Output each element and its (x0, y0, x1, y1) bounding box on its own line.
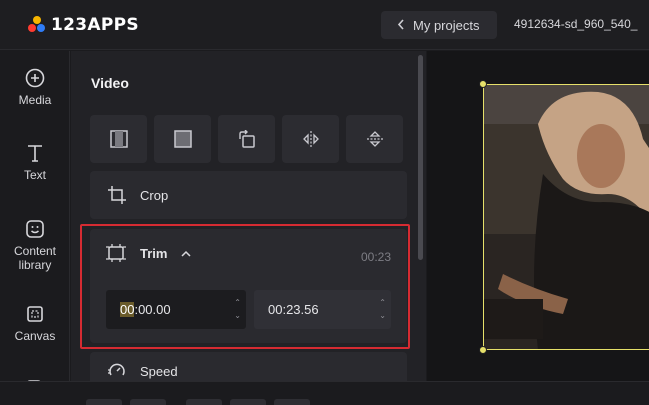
trim-highlight-outline (80, 224, 410, 349)
resize-handle[interactable] (479, 80, 487, 88)
text-icon (28, 145, 42, 162)
speed-label: Speed (140, 363, 178, 379)
project-filename[interactable]: 4912634-sd_960_540_ (514, 17, 637, 31)
speed-icon (108, 363, 125, 376)
logo-dots-icon (28, 16, 46, 34)
crop-square-button[interactable] (154, 115, 211, 163)
timeline-toolbar (0, 381, 649, 405)
crop-square-icon (173, 130, 192, 148)
sidebar-item-label: Text (23, 168, 46, 182)
sidebar-item-label: Content library (13, 244, 57, 272)
flip-frame-icon (109, 130, 128, 148)
flip-horizontal-button[interactable] (282, 115, 339, 163)
video-tool-row (90, 115, 403, 163)
flip-frame-button[interactable] (90, 115, 147, 163)
sidebar: Media Text Content library Canvas (0, 51, 70, 405)
sidebar-item-canvas[interactable]: Canvas (0, 304, 70, 343)
sticker-icon (26, 220, 44, 238)
selection-frame (483, 84, 649, 350)
sidebar-item-media[interactable]: Media (0, 68, 70, 107)
sidebar-item-label: Media (18, 93, 52, 107)
panel-scrollbar[interactable] (418, 55, 423, 260)
flip-vertical-button[interactable] (346, 115, 403, 163)
timeline-button[interactable] (86, 399, 122, 405)
sidebar-item-label: Canvas (14, 329, 56, 343)
timeline-button[interactable] (186, 399, 222, 405)
sidebar-item-text[interactable]: Text (0, 143, 70, 182)
timeline-button[interactable] (230, 399, 266, 405)
app-logo[interactable]: 123APPS (28, 14, 139, 36)
crop-label: Crop (140, 187, 169, 203)
resize-handle[interactable] (479, 346, 487, 354)
rotate-icon (238, 130, 255, 148)
crop-icon (108, 186, 126, 204)
my-projects-label: My projects (413, 17, 480, 33)
logo-text: 123APPS (51, 15, 139, 35)
timeline-button[interactable] (130, 399, 166, 405)
flip-horizontal-icon (302, 131, 319, 147)
my-projects-button[interactable]: My projects (381, 11, 497, 39)
sidebar-item-content-library[interactable]: Content library (0, 219, 70, 272)
rotate-button[interactable] (218, 115, 275, 163)
flip-vertical-icon (366, 131, 383, 147)
panel-title: Video (91, 75, 129, 91)
timeline-button[interactable] (274, 399, 310, 405)
add-circle-icon (25, 68, 45, 88)
canvas-icon (27, 306, 43, 322)
crop-section[interactable]: Crop (90, 171, 407, 219)
chevron-left-icon (397, 18, 405, 33)
top-bar: 123APPS My projects 4912634-sd_960_540_ (0, 0, 649, 50)
